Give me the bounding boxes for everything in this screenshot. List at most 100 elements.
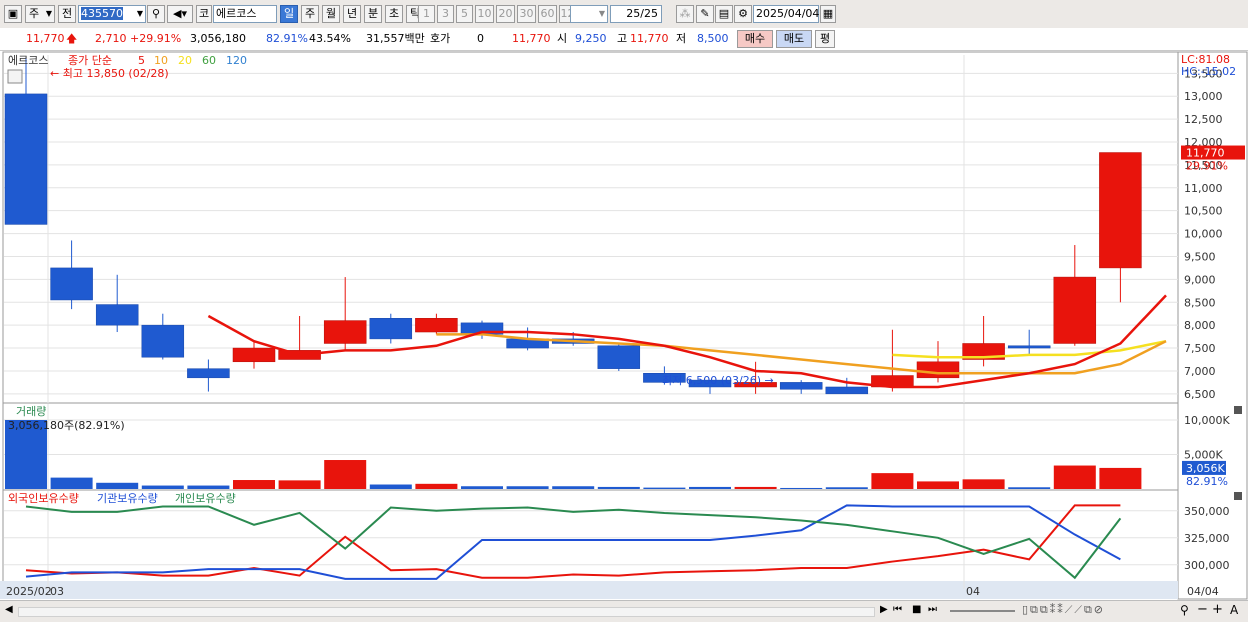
gear-icon[interactable]: ⚙ [734,5,752,23]
scroll-right-icon[interactable]: ▶ [880,604,888,615]
window-layout-icon[interactable]: ▣ [4,5,22,23]
candle-body [779,382,823,390]
count-display[interactable]: 25/25 [610,5,662,23]
hc-label: HC:-15.02 [1181,65,1236,78]
zoom-icon[interactable]: ⚲ [1180,603,1189,617]
volume-bar [689,486,731,489]
volume-pane [2,402,1179,491]
date-axis-label: 03 [50,585,64,598]
hoga-value: 0 [477,32,484,45]
investor-axis-label: 350,000 [1184,505,1230,518]
volume-bar [506,486,549,489]
low-annotation: 최저 6,500 (03/26) → [662,374,774,387]
hoga-price: 11,770 [512,32,551,45]
sync-icon[interactable]: ⁂ [676,5,694,23]
calculator-icon [7,69,23,84]
prev-button[interactable]: 전 [58,5,76,23]
date-field[interactable]: 2025/04/04 [753,5,819,23]
candle-body [369,318,413,340]
drawing-tools-icon[interactable]: ▯⧉⧉⁑⁑⟋⟋⧉⊘ [1022,603,1105,617]
count-select[interactable]: ▼ [570,5,608,23]
volume-axis-label: 5,000K [1184,449,1223,462]
ma-period-label: 5 [138,54,145,67]
ma-period-label: 120 [226,54,247,67]
volume-bar [734,486,777,489]
period-tab-3[interactable]: 년 [343,5,361,23]
stop-icon[interactable]: ■ [912,604,921,615]
search-icon[interactable]: ⚲ [147,5,165,23]
low-value: 8,500 [697,32,729,45]
save-icon[interactable]: ▤ [715,5,733,23]
volume-bar [962,479,1005,489]
volume-value: 3,056,180 [190,32,246,45]
investor-axis-label: 300,000 [1184,559,1230,572]
stock-code-value: 435570 [81,7,123,20]
scroll-left-icon[interactable]: ◀ [5,604,13,615]
auto-scale-icon[interactable]: A [1230,603,1238,617]
ma-period-label: 10 [154,54,168,67]
candle-body [187,368,230,379]
ma-period-label: 20 [178,54,192,67]
date-axis-label: 04 [966,585,980,598]
period-tab-1[interactable]: 주 [301,5,319,23]
current-price: 11,770 [26,32,65,45]
minus-icon[interactable]: − [1197,602,1208,617]
period-tab-0[interactable]: 일 [280,5,298,23]
volume-bar [1099,467,1142,489]
volume-percent-tag: 82.91% [1186,475,1228,488]
last-page-icon[interactable]: ⏭ [928,604,937,615]
interval-button-3[interactable]: 3 [437,5,454,23]
candle-body [1007,345,1051,349]
speaker-icon[interactable]: ◀▾ [167,5,193,23]
stock-chart[interactable]: 13,50013,00012,50012,00011,50011,00010,5… [0,51,1248,600]
date-axis-strip [0,581,1178,599]
first-page-icon[interactable]: ⏮ [893,604,902,615]
price-axis-label: 9,000 [1184,273,1216,286]
volume-bar [871,473,914,489]
interval-button-30[interactable]: 30 [517,5,536,23]
zoom-slider[interactable] [950,610,1015,612]
period-tab-2[interactable]: 월 [322,5,340,23]
low-label: 저 [676,32,687,45]
candle-body [916,361,960,379]
interval-button-10[interactable]: 10 [475,5,494,23]
calendar-icon[interactable]: ▦ [820,5,836,23]
plus-icon[interactable]: + [1212,602,1223,617]
current-price-tag: 11,770 [1186,147,1225,160]
average-button[interactable]: 평 [815,30,835,48]
chevron-down-icon: ▼ [45,9,52,18]
price-axis-label: 13,000 [1184,90,1223,103]
interval-button-5[interactable]: 5 [456,5,473,23]
toolbar: ▣ 주 ▼ 전 435570 ▼ ⚲ ◀▾ 코 에르코스 일주월년분초틱 1 3 5 10… [0,0,1248,29]
price-axis-label: 7,000 [1184,365,1216,378]
stock-code-input[interactable]: 435570 ▼ [78,5,146,23]
candle-body [95,304,139,326]
market-badge[interactable]: 코 [196,5,212,23]
candle-body [825,386,869,395]
volume-bar [780,487,823,489]
open-label: 시 [557,32,568,45]
period-tab-4[interactable]: 분 [364,5,382,23]
buy-button[interactable]: 매수 [737,30,773,48]
sell-button[interactable]: 매도 [776,30,812,48]
volume-bar [278,480,321,489]
current-percent-tag: 29.91% [1186,160,1228,173]
price-axis-label: 7,500 [1184,342,1216,355]
candle-body [415,318,458,333]
price-axis-label: 12,500 [1184,113,1223,126]
volume-bar [233,480,275,489]
volume-bar [461,486,503,489]
investor-legend-item: 외국인보유수량 [8,492,79,505]
draw-tool-icon[interactable]: ✎ [696,5,714,23]
bottom-toolbar: ◀ ▶ ⏮ ■ ⏭ ▯⧉⧉⁑⁑⟋⟋⧉⊘ ⚲ − + A [0,600,1248,622]
period-tab-5[interactable]: 초 [385,5,403,23]
volume-bar [141,485,184,489]
period-select[interactable]: 주 ▼ [25,5,55,23]
open-value: 9,250 [575,32,607,45]
stock-name-field[interactable]: 에르코스 [213,5,277,23]
interval-button-1[interactable]: 1 [418,5,435,23]
high-annotation: ← 최고 13,850 (02/28) [50,67,169,80]
interval-button-60[interactable]: 60 [538,5,557,23]
horizontal-scrollbar[interactable] [18,607,875,617]
interval-button-20[interactable]: 20 [496,5,515,23]
